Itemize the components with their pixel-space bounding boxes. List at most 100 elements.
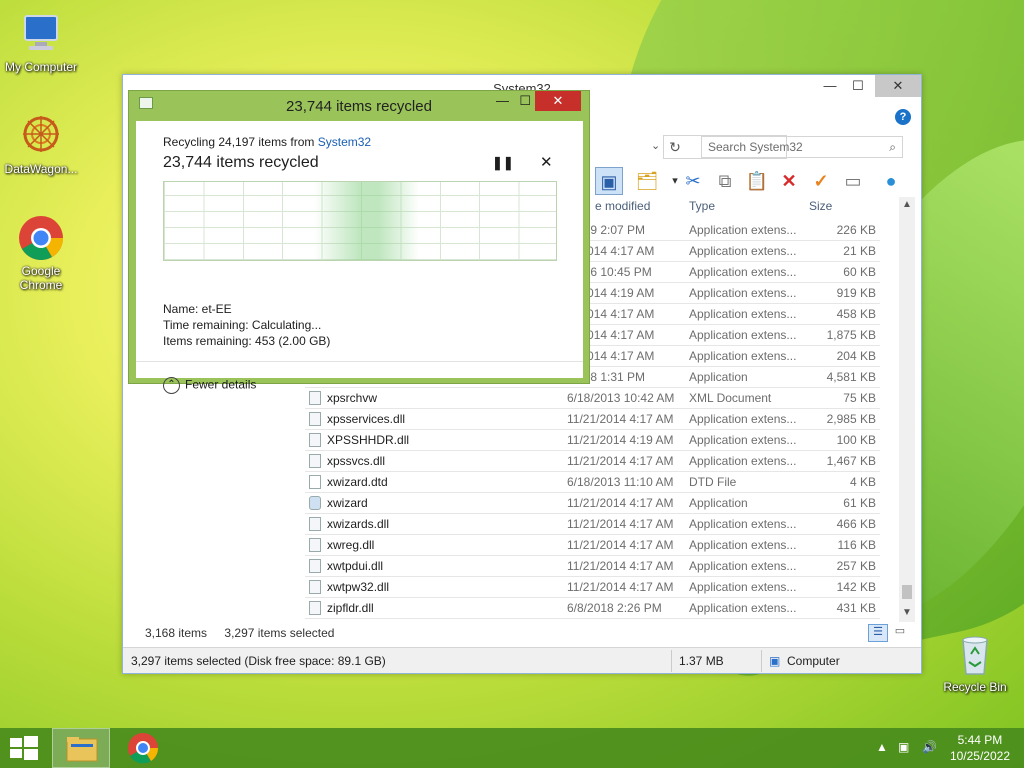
globe-icon[interactable]: ●: [877, 167, 905, 195]
search-input[interactable]: Search System32 ⌕: [701, 136, 903, 158]
file-row[interactable]: xwtpw32.dll 11/21/2014 4:17 AM Application…: [305, 577, 880, 598]
file-type: Application extens...: [689, 223, 797, 237]
address-dropdown-icon[interactable]: ⌄: [651, 139, 660, 152]
maximize-button[interactable]: ☐: [843, 75, 873, 97]
taskbar-chrome[interactable]: [114, 728, 172, 768]
delete-icon[interactable]: ✕: [775, 167, 803, 195]
file-size: 204 KB: [836, 349, 876, 363]
file-row[interactable]: zipfldr.dll 6/8/2018 2:26 PM Application e…: [305, 598, 880, 619]
volume-icon[interactable]: 🔊: [922, 740, 937, 754]
scroll-up-icon[interactable]: ▲: [902, 199, 912, 210]
cut-icon[interactable]: ✂: [679, 167, 707, 195]
preview-pane-icon[interactable]: ▣: [595, 167, 623, 195]
column-header-type[interactable]: Type: [689, 199, 715, 219]
file-size: 4 KB: [849, 475, 876, 489]
show-hidden-icons-icon[interactable]: ▲: [876, 740, 888, 754]
file-row[interactable]: xpsrchvw 6/18/2013 10:42 AM XML Document 75…: [305, 388, 880, 409]
file-row[interactable]: xpssvcs.dll 11/21/2014 4:17 AM Application…: [305, 451, 880, 472]
file-type: Application extens...: [689, 454, 797, 468]
desktop-icon-google-chrome[interactable]: Google Chrome: [0, 214, 82, 292]
file-row[interactable]: xwizard 11/21/2014 4:17 AM Application 61 K…: [305, 493, 880, 514]
pause-button[interactable]: ❚❚: [492, 155, 514, 171]
dialog-divider: [136, 361, 583, 362]
recycle-progress-dialog: 23,744 items recycled — ☐ ✕ Recycling 24…: [128, 90, 590, 394]
file-type: Application: [689, 370, 748, 384]
file-row[interactable]: xwtpdui.dll 11/21/2014 4:17 AM Application…: [305, 556, 880, 577]
file-name: xwizards.dll: [327, 517, 390, 531]
chrome-icon: [17, 214, 65, 262]
toolbar: ▣ 🗂 ▾ ✂ ⧉ 📋 ✕ ✓ ▭ ●: [593, 167, 919, 199]
source-folder-link[interactable]: System32: [318, 135, 371, 149]
file-type: Application extens...: [689, 265, 797, 279]
file-date: 11/21/2014 4:17 AM: [567, 580, 674, 594]
item-count-line: 3,168 items 3,297 items selected: [145, 626, 334, 640]
items-remaining-line: Items remaining: 453 (2.00 GB): [163, 334, 331, 348]
file-row[interactable]: XPSSHHDR.dll 11/21/2014 4:19 AM Applicatio…: [305, 430, 880, 451]
file-date: 11/21/2014 4:17 AM: [567, 454, 674, 468]
status-selected: 3,297 items selected (Disk free space: 8…: [131, 654, 386, 668]
copy-icon[interactable]: ⧉: [711, 167, 739, 195]
file-date: 11/21/2014 4:17 AM: [567, 412, 674, 426]
dll-file-icon: [309, 559, 321, 573]
taskbar-file-explorer[interactable]: [52, 728, 110, 768]
large-icons-view-icon[interactable]: ▭: [890, 624, 910, 642]
file-row[interactable]: xwizard.dtd 6/18/2013 11:10 AM DTD File 4 K…: [305, 472, 880, 493]
file-size: 919 KB: [836, 286, 876, 300]
column-header-date[interactable]: e modified: [595, 199, 650, 219]
application-icon: [309, 496, 321, 510]
network-icon[interactable]: ▣: [898, 740, 909, 754]
file-size: 431 KB: [836, 601, 876, 615]
dialog-maximize-button[interactable]: ☐: [519, 93, 531, 109]
file-row[interactable]: xwizards.dll 11/21/2014 4:17 AM Applicatio…: [305, 514, 880, 535]
desktop-icon-my-computer[interactable]: My Computer: [0, 10, 82, 74]
file-type: Application extens...: [689, 559, 797, 573]
file-size: 257 KB: [836, 559, 876, 573]
checkmark-icon[interactable]: ✓: [807, 167, 835, 195]
cancel-operation-button[interactable]: ✕: [540, 153, 553, 171]
help-icon[interactable]: ?: [895, 109, 911, 125]
file-size: 1,467 KB: [826, 454, 876, 468]
file-size: 226 KB: [836, 223, 876, 237]
vertical-scrollbar[interactable]: ▲ ▼: [899, 197, 915, 622]
close-button[interactable]: ✕: [875, 75, 921, 97]
file-size: 142 KB: [836, 580, 876, 594]
file-type: Application extens...: [689, 538, 797, 552]
file-type: Application extens...: [689, 307, 797, 321]
datawagon-logo-icon: [17, 112, 65, 160]
desktop-icon-label: My Computer: [4, 60, 78, 74]
desktop-icon-datawagon[interactable]: DataWagon...: [0, 112, 82, 176]
scroll-thumb[interactable]: [902, 585, 912, 599]
properties-icon[interactable]: 🗂: [633, 167, 661, 195]
file-row[interactable]: xpsservices.dll 11/21/2014 4:17 AM Applica…: [305, 409, 880, 430]
file-date: 11/21/2014 4:17 AM: [567, 538, 674, 552]
dll-file-icon: [309, 601, 321, 615]
rename-icon[interactable]: ▭: [839, 167, 867, 195]
paste-icon[interactable]: 📋: [743, 167, 771, 195]
dtd-file-icon: [309, 475, 321, 489]
file-size: 4,581 KB: [826, 370, 876, 384]
dll-file-icon: [309, 412, 321, 426]
dialog-close-button[interactable]: ✕: [535, 91, 581, 111]
dll-file-icon: [309, 517, 321, 531]
file-type: Application extens...: [689, 286, 797, 300]
file-date: 6/18/2013 11:10 AM: [567, 475, 674, 489]
file-row[interactable]: xwreg.dll 11/21/2014 4:17 AM Application e…: [305, 535, 880, 556]
dialog-body: Recycling 24,197 items from System32 23,…: [136, 121, 583, 394]
dll-file-icon: [309, 454, 321, 468]
dialog-minimize-button[interactable]: —: [496, 93, 509, 108]
minimize-button[interactable]: —: [815, 75, 845, 97]
column-header-size[interactable]: Size: [809, 199, 832, 219]
scroll-down-icon[interactable]: ▼: [902, 607, 912, 618]
file-date: 6/8/2018 2:26 PM: [567, 601, 662, 615]
fewer-details-button[interactable]: ⌃ Fewer details: [163, 377, 256, 394]
desktop-icon-recycle-bin[interactable]: Recycle Bin: [934, 630, 1016, 694]
recycling-prefix: Recycling 24,197 items from: [163, 135, 315, 149]
start-button[interactable]: [10, 736, 38, 760]
file-type: Application extens...: [689, 517, 797, 531]
refresh-icon[interactable]: ↻: [663, 135, 687, 159]
details-view-icon[interactable]: ☰: [868, 624, 888, 642]
file-type: Application extens...: [689, 580, 797, 594]
file-type: Application extens...: [689, 433, 797, 447]
recycle-bin-icon: [951, 630, 999, 678]
system-clock[interactable]: 5:44 PM 10/25/2022: [950, 732, 1010, 764]
